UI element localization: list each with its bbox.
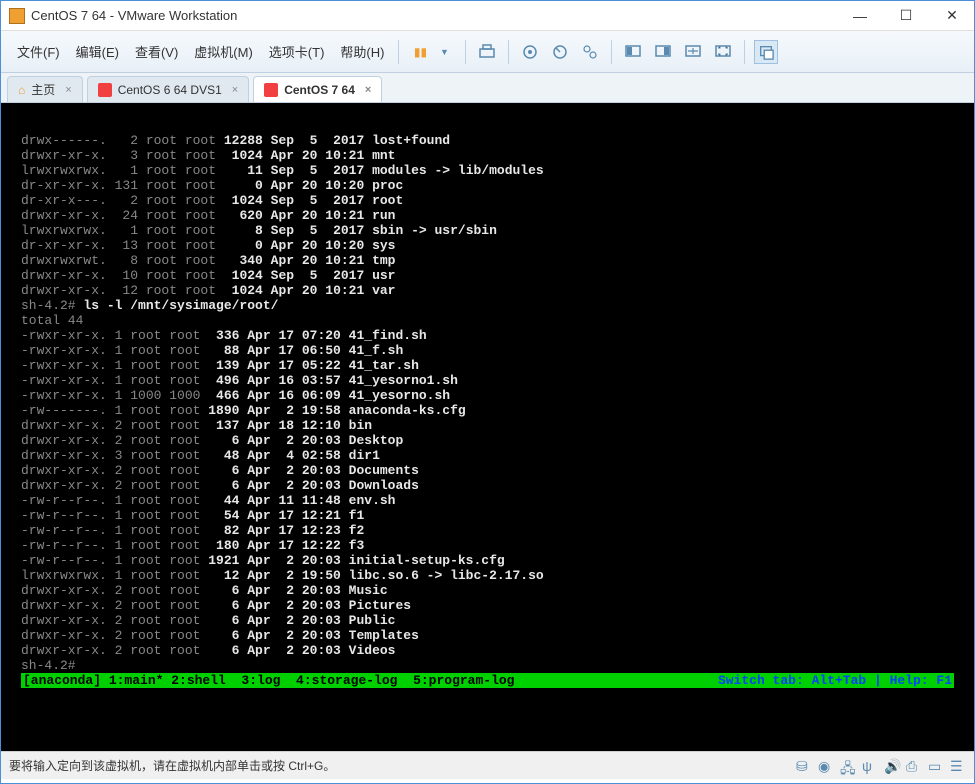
send-ctrl-alt-del-icon[interactable] [475,40,499,64]
menubar: 文件(F) 编辑(E) 查看(V) 虚拟机(M) 选项卡(T) 帮助(H) ▮▮… [1,31,974,73]
thumbnail-view-icon[interactable] [651,40,675,64]
tabbar: ⌂ 主页 × CentOS 6 64 DVS1 × CentOS 7 64 × [1,73,974,103]
close-button[interactable]: ✕ [938,6,966,26]
tmux-statusline: [anaconda] 1:main* 2:shell 3:log 4:stora… [21,673,954,688]
titlebar: CentOS 7 64 - VMware Workstation — ☐ ✕ [1,1,974,31]
window-title: CentOS 7 64 - VMware Workstation [31,8,846,23]
snapshot-icon[interactable] [518,40,542,64]
revert-snapshot-icon[interactable] [548,40,572,64]
network-icon[interactable]: 🖧 [840,758,856,774]
printer-icon[interactable]: ⎙ [906,758,922,774]
pause-icon[interactable]: ▮▮ [408,40,432,64]
menu-file[interactable]: 文件(F) [9,38,68,65]
menu-vm[interactable]: 虚拟机(M) [186,38,261,65]
menu-view[interactable]: 查看(V) [127,38,186,65]
minimize-button[interactable]: — [846,6,874,26]
menu-edit[interactable]: 编辑(E) [68,38,127,65]
separator [611,40,612,64]
tab-label: 主页 [31,81,55,98]
window-controls: — ☐ ✕ [846,6,966,26]
app-icon [9,8,25,24]
input-hint: 要将输入定向到该虚拟机，请在虚拟机内部单击或按 Ctrl+G。 [9,757,335,774]
tab-home[interactable]: ⌂ 主页 × [7,76,83,102]
usb-icon[interactable]: ψ [862,758,878,774]
tab-close-icon[interactable]: × [65,84,71,96]
tab-centos6[interactable]: CentOS 6 64 DVS1 × [87,76,250,102]
tab-close-icon[interactable]: × [365,84,371,96]
statusbar: 要将输入定向到该虚拟机，请在虚拟机内部单击或按 Ctrl+G。 ⛁ ◉ 🖧 ψ … [1,751,974,779]
home-icon: ⌂ [18,83,25,97]
menu-tabs[interactable]: 选项卡(T) [261,38,333,65]
vm-icon [98,83,112,97]
hdd-icon[interactable]: ⛁ [796,758,812,774]
unity-icon[interactable] [754,40,778,64]
separator [465,40,466,64]
stretch-guest-icon[interactable] [681,40,705,64]
fullscreen-icon[interactable] [711,40,735,64]
tab-label: CentOS 6 64 DVS1 [118,83,222,97]
manage-snapshot-icon[interactable] [578,40,602,64]
maximize-button[interactable]: ☐ [892,6,920,26]
tab-close-icon[interactable]: × [232,84,238,96]
console-view-icon[interactable] [621,40,645,64]
power-dropdown-icon[interactable]: ▼ [432,40,456,64]
menu-help[interactable]: 帮助(H) [332,38,392,65]
tab-label: CentOS 7 64 [284,83,355,97]
device-tray: ⛁ ◉ 🖧 ψ 🔊 ⎙ ▭ ☰ [796,758,966,774]
terminal-output[interactable]: drwx------. 2 root root 12288 Sep 5 2017… [1,103,974,751]
separator [398,40,399,64]
tab-centos7[interactable]: CentOS 7 64 × [253,76,382,102]
separator [508,40,509,64]
cd-icon[interactable]: ◉ [818,758,834,774]
message-log-icon[interactable]: ☰ [950,758,966,774]
sound-icon[interactable]: 🔊 [884,758,900,774]
display-icon[interactable]: ▭ [928,758,944,774]
separator [744,40,745,64]
vm-icon [264,83,278,97]
